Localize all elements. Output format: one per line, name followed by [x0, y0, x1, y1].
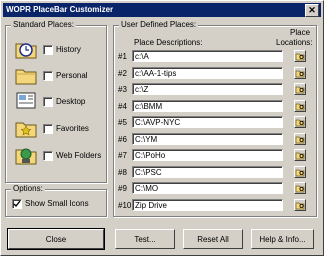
personal-checkbox[interactable] [43, 71, 53, 81]
browse-location-button[interactable] [294, 165, 306, 178]
place-number: #4 [118, 101, 127, 111]
standard-place-personal: Personal [14, 64, 104, 88]
desktop-checkbox[interactable] [43, 97, 53, 107]
place-number: #6 [118, 134, 127, 144]
user-defined-places-label: User Defined Places: [119, 20, 199, 29]
help-info-button-label: Help & Info... [259, 235, 306, 244]
browse-folder-icon [295, 119, 305, 127]
favorites-checkbox[interactable] [43, 124, 53, 134]
browse-folder-icon [295, 202, 305, 209]
place-description-input[interactable]: C:\AVP-NYC [132, 116, 283, 128]
options-label: Options: [11, 184, 45, 193]
close-button[interactable]: Close [7, 228, 105, 250]
dialog-window: WOPR PlaceBar Customizer ✕ Standard Plac… [0, 0, 324, 256]
close-icon: ✕ [308, 5, 316, 15]
browse-folder-icon [295, 185, 305, 193]
browse-location-button[interactable] [294, 99, 306, 112]
reset-all-button[interactable]: Reset All [183, 229, 243, 249]
browse-folder-icon [295, 169, 305, 176]
browse-location-button[interactable] [294, 83, 306, 95]
web-folders-icon [15, 148, 37, 165]
place-number: #5 [118, 118, 127, 127]
place-number: #9 [118, 184, 127, 193]
place-description-input[interactable]: Zip Drive [132, 198, 283, 211]
browse-location-button[interactable] [294, 116, 306, 128]
browse-location-button[interactable] [294, 182, 306, 194]
place-number: #1 [118, 52, 127, 61]
show-small-icons-checkbox[interactable] [12, 199, 22, 209]
browse-folder-icon [295, 103, 305, 110]
reset-all-button-label: Reset All [197, 235, 229, 244]
standard-places-label: Standard Places: [11, 20, 76, 29]
standard-place-history: History [14, 38, 104, 62]
personal-label: Personal [56, 71, 88, 80]
desktop-label: Desktop [56, 97, 86, 106]
window-title: WOPR PlaceBar Customizer [6, 5, 114, 14]
personal-folder-icon [15, 69, 37, 85]
show-small-icons-label: Show Small Icons [25, 199, 89, 208]
place-number: #8 [118, 167, 127, 177]
browse-location-button[interactable] [294, 198, 306, 211]
place-descriptions-header: Place Descriptions: [134, 38, 203, 47]
browse-folder-icon [295, 53, 305, 61]
browse-location-button[interactable] [294, 50, 306, 62]
browse-folder-icon [295, 70, 305, 77]
test-button-label: Test... [134, 235, 156, 244]
place-description-input[interactable]: c:\Z [132, 83, 283, 95]
checkmark-icon [13, 200, 21, 208]
standard-place-web-folders: Web Folders [14, 144, 104, 168]
place-description-input[interactable]: C:\MO [132, 182, 283, 194]
history-checkbox[interactable] [43, 45, 53, 55]
browse-folder-icon [295, 136, 305, 143]
title-bar[interactable]: WOPR PlaceBar Customizer ✕ [3, 3, 321, 17]
place-description-input[interactable]: c:\AA-1-tips [132, 66, 283, 79]
place-description-input[interactable]: C:\YM [132, 132, 283, 145]
browse-folder-icon [295, 86, 305, 94]
place-description-input[interactable]: C:\PoHo [132, 149, 283, 161]
browse-location-button[interactable] [294, 132, 306, 145]
place-number: #10 [118, 200, 132, 210]
test-button[interactable]: Test... [115, 229, 175, 249]
options-group: Options: Show Small Icons [5, 184, 107, 217]
favorites-label: Favorites [56, 124, 89, 133]
browse-location-button[interactable] [294, 149, 306, 161]
standard-place-desktop: Desktop [14, 90, 104, 114]
user-defined-places-group: User Defined Places: Place Descriptions:… [113, 20, 317, 217]
browse-folder-icon [295, 152, 305, 160]
history-folder-icon [15, 43, 37, 59]
place-number: #3 [118, 85, 127, 94]
desktop-icon [16, 92, 36, 109]
place-number: #2 [118, 68, 127, 78]
browse-location-button[interactable] [294, 66, 306, 79]
help-info-button[interactable]: Help & Info... [251, 229, 314, 249]
favorites-folder-icon [15, 122, 37, 138]
web-folders-label: Web Folders [56, 151, 102, 160]
close-window-button[interactable]: ✕ [305, 4, 319, 17]
place-description-input[interactable]: C:\PSC [132, 165, 283, 178]
history-label: History [56, 45, 81, 54]
web-folders-checkbox[interactable] [43, 151, 53, 161]
close-button-label: Close [45, 235, 67, 244]
place-description-input[interactable]: c:\A [132, 50, 283, 62]
place-locations-header-line2: Locations: [276, 38, 313, 47]
standard-place-favorites: Favorites [14, 117, 104, 141]
place-locations-header-line1: Place [290, 28, 311, 37]
place-number: #7 [118, 151, 127, 160]
standard-places-group: Standard Places: History Personal Deskto… [5, 20, 107, 183]
place-description-input[interactable]: c:\BMM [132, 99, 283, 112]
